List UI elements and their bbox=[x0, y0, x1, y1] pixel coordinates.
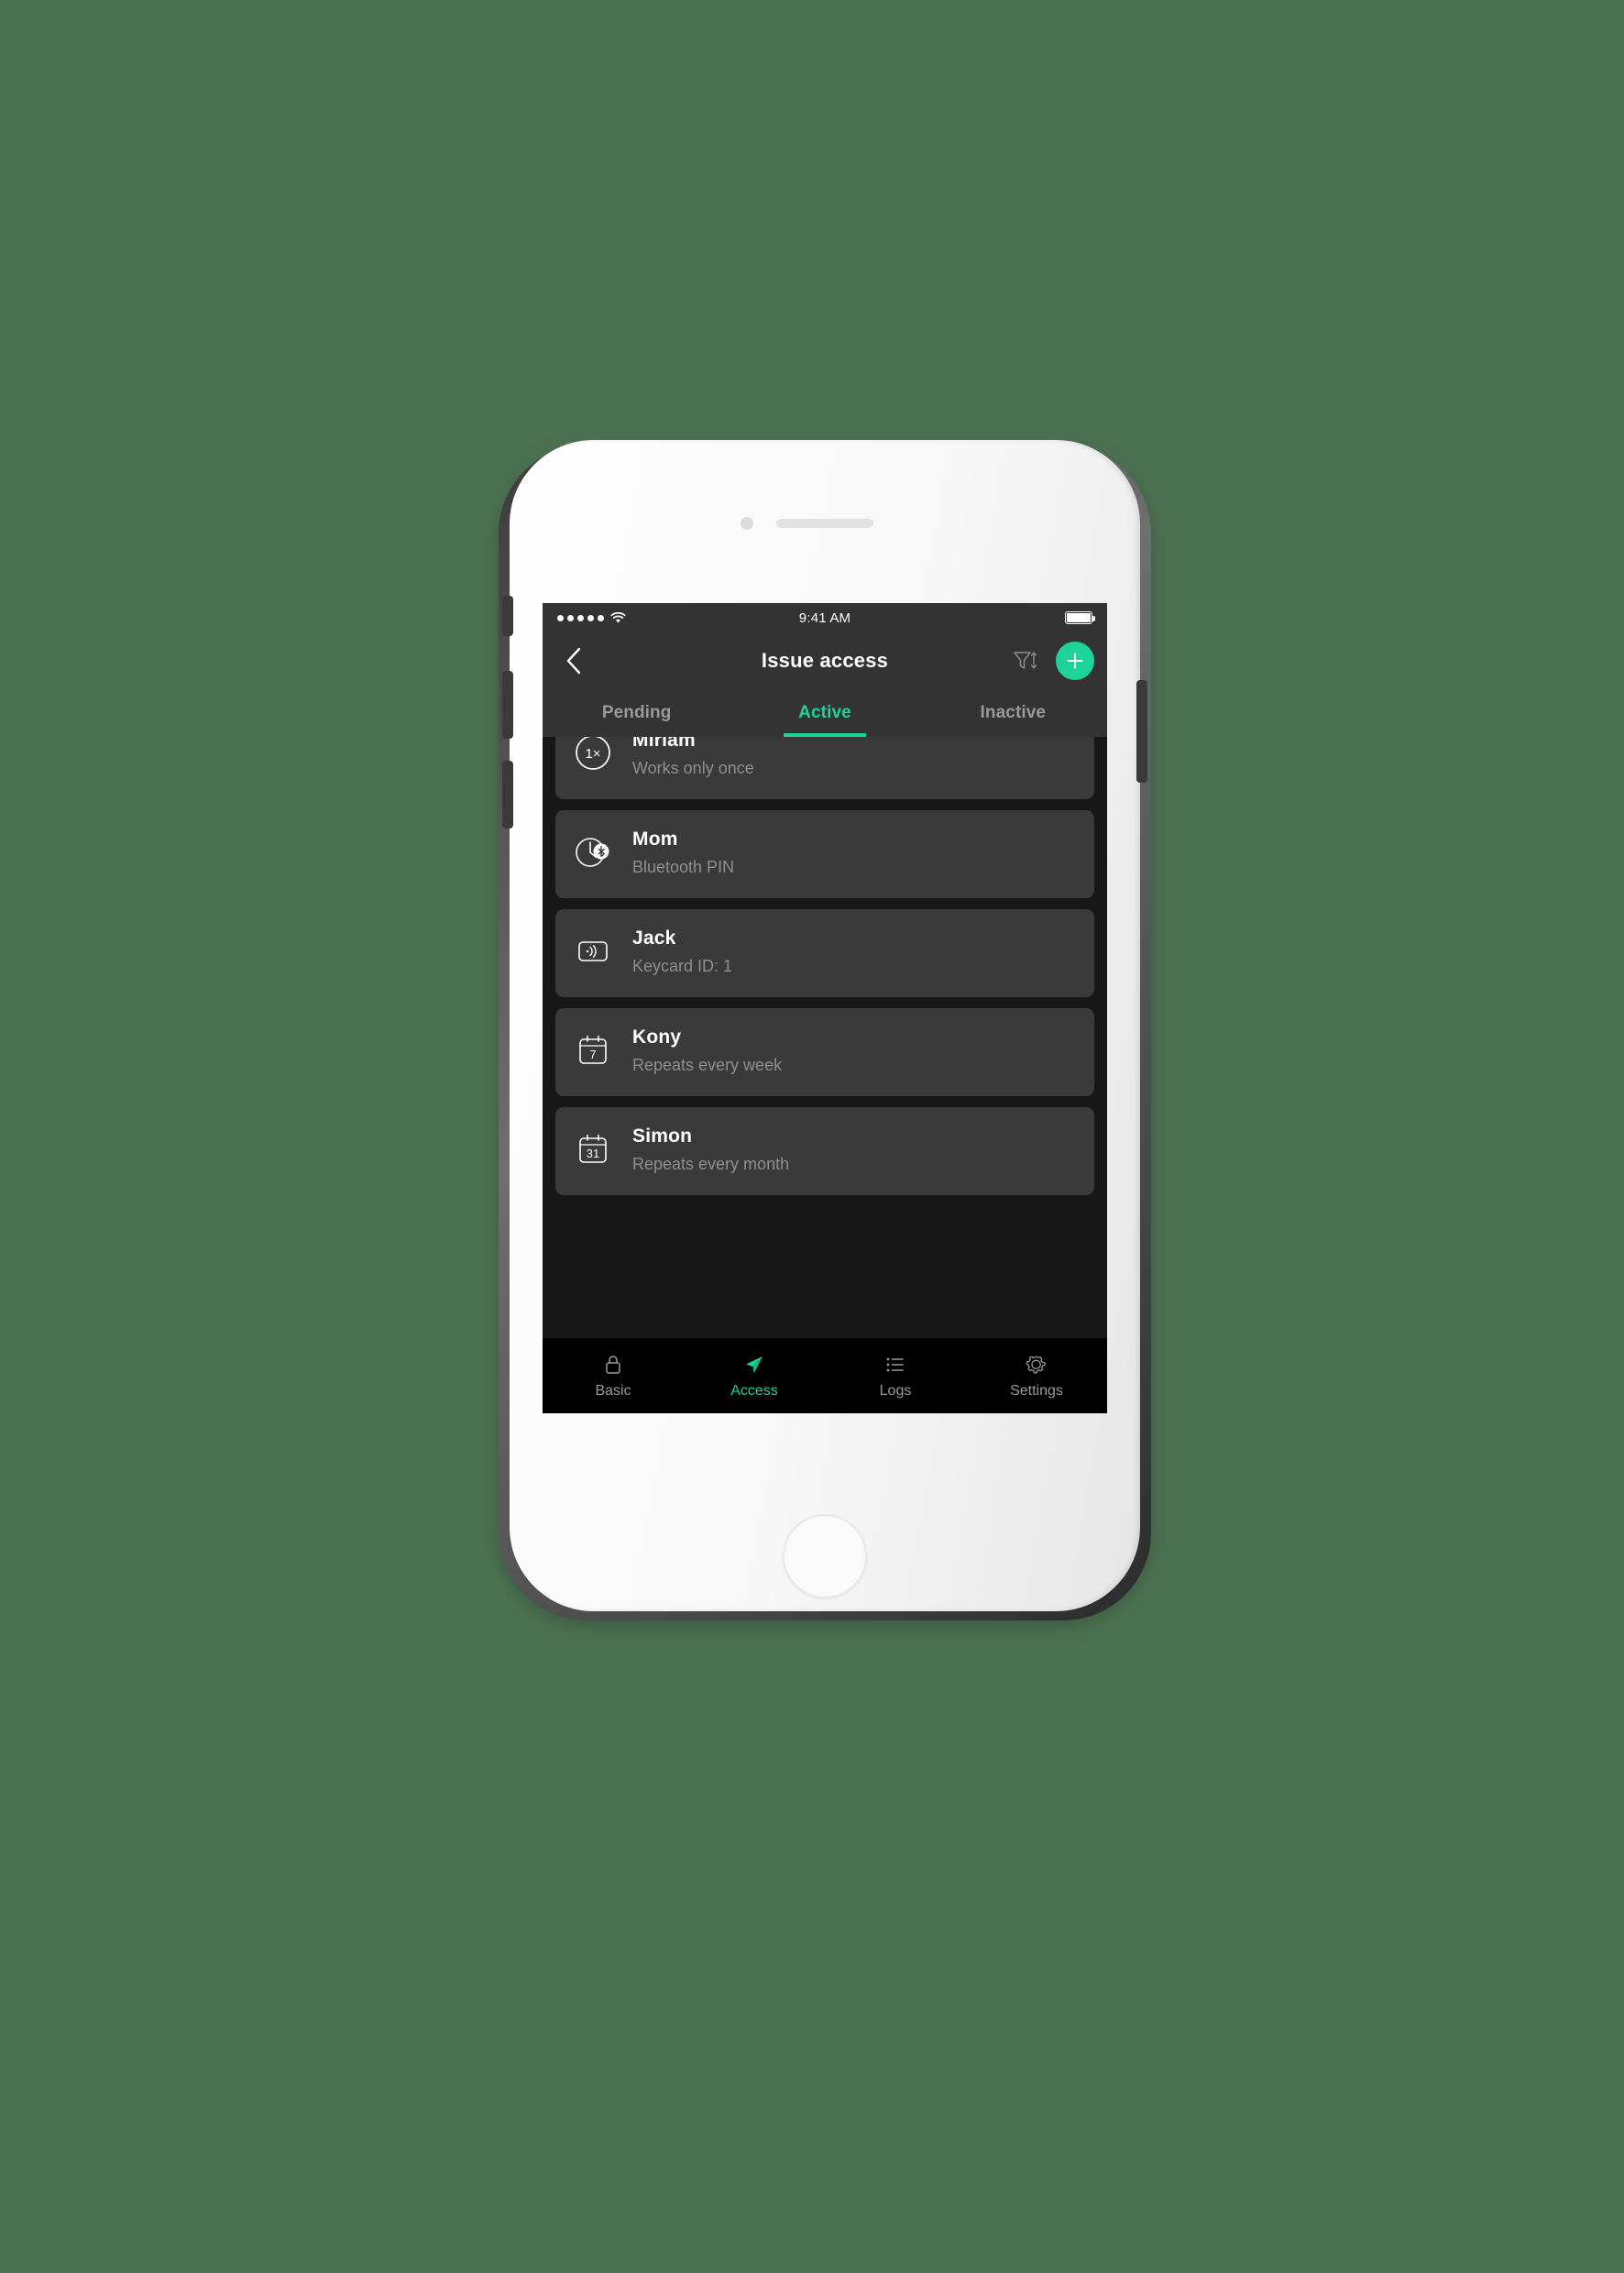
list-item-subtitle: Works only once bbox=[632, 759, 754, 777]
list-item[interactable]: 1× Miriam Works only once bbox=[555, 737, 1094, 799]
list-item[interactable]: Jack Keycard ID: 1 bbox=[555, 909, 1094, 997]
calendar-7-icon: 7 bbox=[572, 1028, 614, 1071]
filter-sort-icon bbox=[1014, 652, 1037, 669]
list-item-text: Mom Bluetooth PIN bbox=[632, 827, 734, 877]
list-item-title: Jack bbox=[632, 928, 676, 949]
list-icon bbox=[886, 1357, 904, 1371]
tab-inactive[interactable]: Inactive bbox=[919, 689, 1107, 737]
tab-bar-item-basic[interactable]: Basic bbox=[543, 1353, 684, 1400]
list-item[interactable]: Mom Bluetooth PIN bbox=[555, 810, 1094, 898]
list-item-subtitle: Keycard ID: 1 bbox=[632, 957, 733, 975]
tab-bar-label-logs: Logs bbox=[879, 1382, 912, 1399]
once-icon-label: 1× bbox=[585, 746, 600, 762]
segmented-tabs: Pending Active Inactive bbox=[543, 689, 1107, 737]
list-item-text: Miriam Works only once bbox=[632, 737, 754, 778]
list-item-text: Kony Repeats every week bbox=[632, 1025, 782, 1075]
status-bar-left bbox=[557, 611, 626, 624]
clock-bluetooth-icon bbox=[572, 830, 614, 873]
add-access-button[interactable] bbox=[1056, 642, 1094, 680]
tab-pending[interactable]: Pending bbox=[543, 689, 730, 737]
volume-down-button[interactable] bbox=[502, 761, 513, 829]
calendar-7-label: 7 bbox=[589, 1048, 596, 1061]
calendar-31-icon: 31 bbox=[572, 1127, 614, 1169]
gear-icon bbox=[1026, 1356, 1046, 1374]
tab-bar-label-basic: Basic bbox=[595, 1382, 631, 1399]
battery-full-icon bbox=[1065, 611, 1095, 624]
list-item-title: Miriam bbox=[632, 737, 696, 751]
bottom-tab-bar: Basic Access Logs Settings bbox=[543, 1338, 1107, 1413]
lock-icon bbox=[606, 1355, 620, 1374]
list-item[interactable]: 31 Simon Repeats every month bbox=[555, 1107, 1094, 1195]
status-bar-right bbox=[1065, 611, 1095, 624]
tab-active-label: Active bbox=[798, 703, 851, 722]
power-button[interactable] bbox=[1136, 680, 1147, 783]
list-item-subtitle: Repeats every week bbox=[632, 1056, 783, 1074]
status-bar: 9:41 AM bbox=[543, 603, 1107, 632]
once-1x-icon: 1× bbox=[572, 737, 614, 774]
list-item-text: Jack Keycard ID: 1 bbox=[632, 926, 732, 976]
list-item-title: Kony bbox=[632, 1027, 682, 1048]
chevron-left-icon bbox=[566, 647, 581, 675]
tab-active[interactable]: Active bbox=[730, 689, 918, 737]
mute-switch-button[interactable] bbox=[502, 596, 513, 636]
navigation-bar: Issue access bbox=[543, 632, 1107, 689]
wifi-icon bbox=[610, 611, 626, 623]
calendar-31-label: 31 bbox=[587, 1147, 599, 1160]
earpiece-speaker bbox=[776, 519, 873, 528]
list-item-text: Simon Repeats every month bbox=[632, 1124, 789, 1174]
list-item-subtitle: Repeats every month bbox=[632, 1155, 790, 1173]
tab-bar-item-access[interactable]: Access bbox=[684, 1353, 825, 1400]
front-camera-icon bbox=[741, 517, 753, 530]
back-button[interactable] bbox=[555, 642, 592, 679]
tab-bar-item-logs[interactable]: Logs bbox=[825, 1353, 966, 1400]
keycard-nfc-icon bbox=[572, 929, 614, 972]
phone-screen: 9:41 AM Issue access Pending Active Inac… bbox=[543, 603, 1107, 1413]
nav-actions bbox=[1008, 642, 1094, 680]
filter-sort-button[interactable] bbox=[1008, 643, 1043, 678]
tab-bar-label-access: Access bbox=[730, 1382, 778, 1399]
list-item[interactable]: 7 Kony Repeats every week bbox=[555, 1008, 1094, 1096]
page-title: Issue access bbox=[761, 649, 889, 672]
home-button[interactable] bbox=[783, 1514, 867, 1598]
tab-bar-item-settings[interactable]: Settings bbox=[966, 1353, 1107, 1400]
access-list[interactable]: 1× Miriam Works only once Mom Bluetooth … bbox=[543, 737, 1107, 1338]
tab-pending-label: Pending bbox=[601, 703, 672, 722]
tab-bar-label-settings: Settings bbox=[1010, 1382, 1063, 1399]
plus-icon bbox=[1067, 653, 1083, 669]
list-item-subtitle: Bluetooth PIN bbox=[632, 858, 735, 876]
list-item-title: Mom bbox=[632, 829, 678, 850]
tab-inactive-label: Inactive bbox=[980, 703, 1047, 722]
phone-frame: 9:41 AM Issue access Pending Active Inac… bbox=[491, 440, 1158, 1631]
volume-up-button[interactable] bbox=[502, 671, 513, 739]
signal-dots-icon bbox=[557, 614, 604, 621]
list-item-title: Simon bbox=[632, 1126, 693, 1147]
status-bar-time: 9:41 AM bbox=[798, 609, 851, 626]
paper-plane-icon bbox=[746, 1356, 763, 1373]
